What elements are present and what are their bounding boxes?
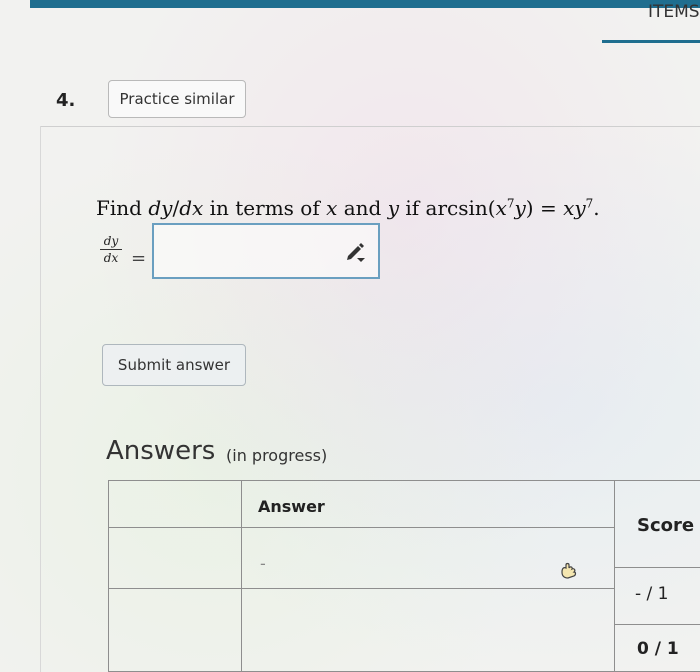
prompt-prefix: Find — [96, 196, 149, 220]
pencil-icon[interactable] — [344, 240, 366, 262]
row-2-score: 0 / 1 — [637, 639, 679, 659]
row-1-score: - / 1 — [635, 584, 669, 604]
prompt-equals: ) = — [525, 196, 564, 220]
top-accent-bar — [30, 0, 700, 8]
tab-items-underline — [602, 40, 700, 43]
page: ITEMS 4. Practice similar Find dy/dx in … — [0, 0, 700, 672]
submit-answer-button[interactable]: Submit answer — [102, 344, 246, 386]
question-number: 4. — [56, 90, 76, 111]
column-score-label: Score — [637, 515, 695, 536]
table-row-1-score: - / 1 — [614, 567, 700, 625]
row-1-dash: - — [260, 554, 266, 573]
prompt-xy: xy — [563, 196, 586, 220]
tab-items[interactable]: ITEMS — [648, 2, 700, 22]
lhs-fraction: dy dx — [100, 234, 122, 265]
answers-heading: Answers — [106, 436, 216, 466]
prompt-and: and — [337, 196, 388, 220]
prompt-dy: dy — [148, 196, 173, 220]
table-row-2-answer — [241, 588, 615, 672]
column-answer-label: Answer — [258, 497, 325, 516]
prompt-y: y — [387, 196, 400, 220]
hand-pointer-icon — [561, 562, 577, 579]
question-prompt: Find dy/dx in terms of x and y if arcsin… — [96, 196, 600, 220]
prompt-mid: in terms of — [203, 196, 327, 220]
prompt-dx: dx — [179, 196, 204, 220]
prompt-if: if arcsin( — [399, 196, 496, 220]
answers-subheading: (in progress) — [226, 446, 328, 465]
table-header-answer: Answer — [241, 480, 615, 528]
question-divider — [40, 126, 700, 127]
table-header-blank — [108, 480, 242, 528]
lhs-numerator: dy — [100, 234, 122, 250]
table-row-2-score: 0 / 1 s — [614, 624, 700, 672]
table-row-1-index — [108, 527, 242, 589]
left-rule — [40, 126, 41, 672]
prompt-end: . — [593, 196, 600, 220]
practice-similar-button[interactable]: Practice similar — [108, 80, 246, 118]
table-header-score: Score — [614, 480, 700, 568]
answers-table: Answer Score - - / 1 0 / 1 s — [108, 480, 700, 672]
table-row-2-index — [108, 588, 242, 672]
prompt-x7: x — [495, 196, 507, 220]
prompt-y-inner: y — [514, 196, 526, 220]
equals-sign: = — [131, 248, 147, 269]
prompt-x: x — [326, 196, 338, 220]
lhs-denominator: dx — [103, 251, 119, 265]
